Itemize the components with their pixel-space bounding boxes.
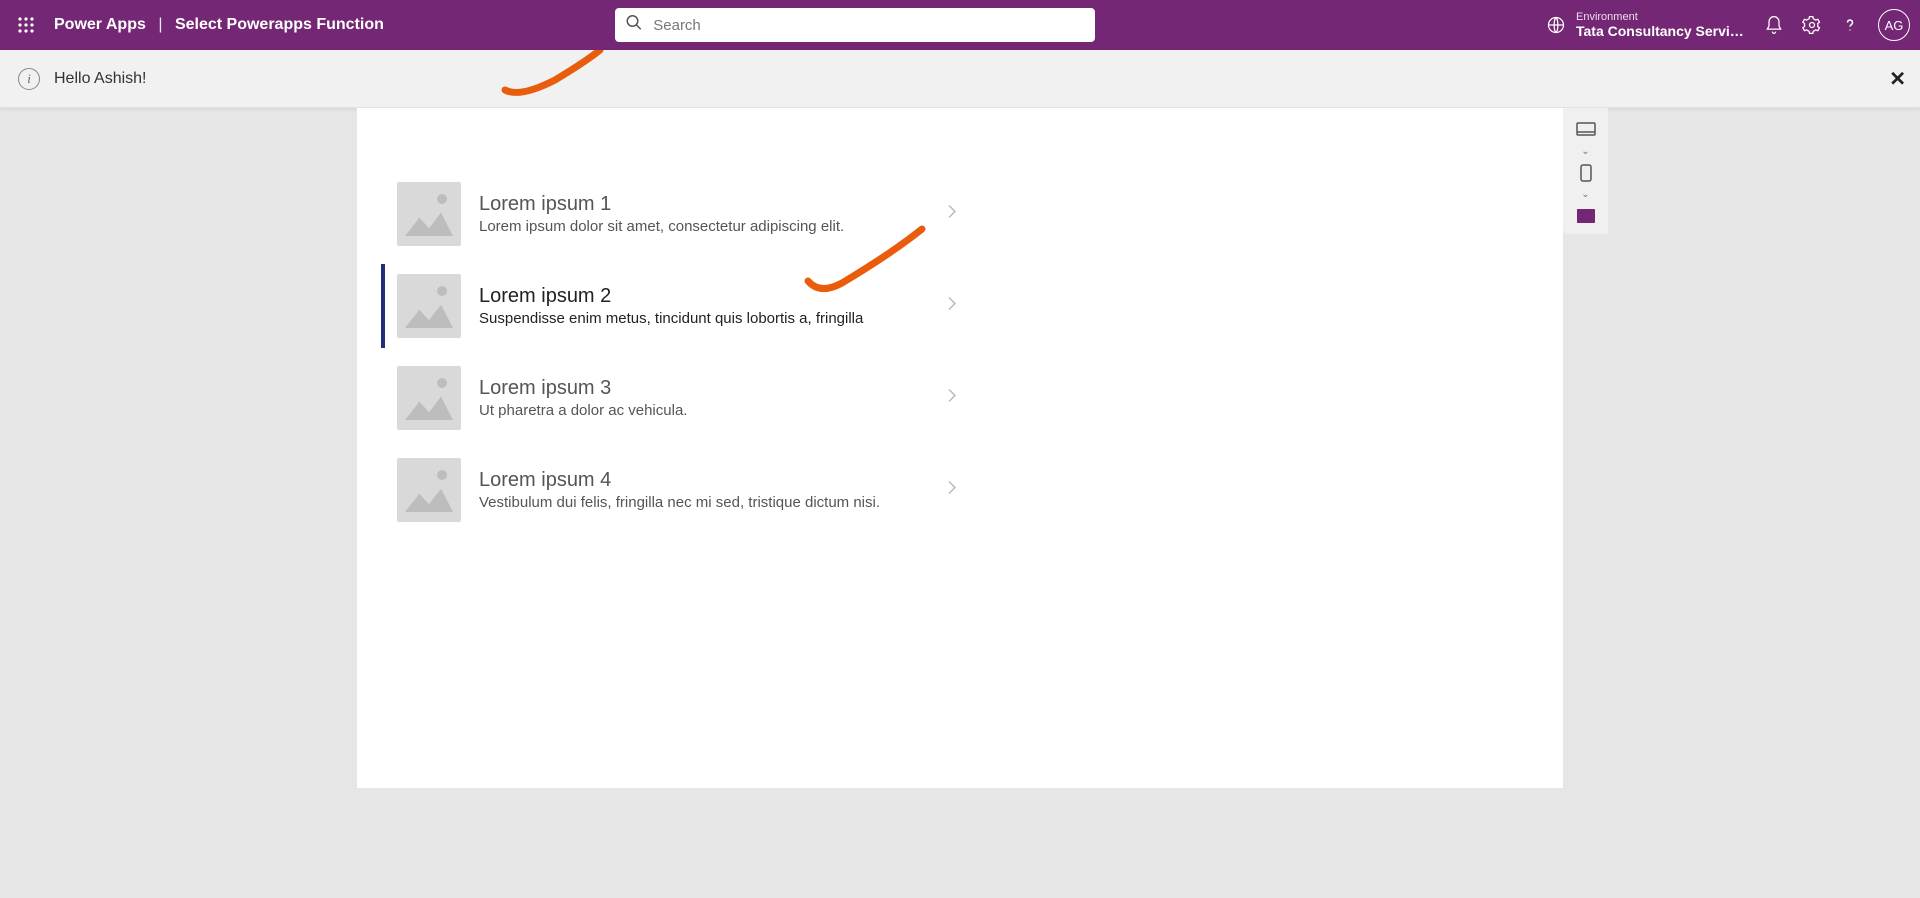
environment-label: Environment [1576,11,1746,24]
gallery-item-title: Lorem ipsum 1 [479,193,844,216]
gallery-item-text: Lorem ipsum 4 Vestibulum dui felis, fring… [479,469,880,511]
image-placeholder-icon [397,458,461,522]
info-message: Hello Ashish! [54,70,147,88]
globe-icon [1546,15,1566,35]
info-banner: i Hello Ashish! ✕ [0,50,1920,108]
gallery-item-title: Lorem ipsum 4 [479,469,880,492]
image-placeholder-icon [397,274,461,338]
app-launcher-icon[interactable] [10,9,42,41]
gallery-list: Lorem ipsum 1 Lorem ipsum dolor sit amet,… [397,168,1503,536]
search-container [615,8,1095,42]
gallery-item-subtitle: Vestibulum dui felis, fringilla nec mi s… [479,494,880,511]
image-placeholder-icon [397,182,461,246]
chevron-down-icon[interactable]: ⌄ [1581,146,1589,157]
app-canvas: Lorem ipsum 1 Lorem ipsum dolor sit amet,… [357,108,1563,788]
image-placeholder-icon [397,366,461,430]
gallery-item-subtitle: Lorem ipsum dolor sit amet, consectetur … [479,218,844,235]
header-right-cluster: Environment Tata Consultancy Servic… AG [1546,9,1910,41]
brand-block: Power Apps | Select Powerapps Function [54,16,384,34]
chevron-down-icon[interactable]: ⌄ [1581,189,1589,200]
device-preview-rail: ⌄ ⌄ [1563,108,1608,234]
environment-picker[interactable]: Environment Tata Consultancy Servic… [1546,11,1746,40]
chevron-right-icon [947,388,957,409]
gallery-item-title: Lorem ipsum 2 [479,285,863,308]
notification-icon[interactable] [1764,15,1784,35]
brand-separator: | [158,16,162,33]
gallery-item-subtitle: Ut pharetra a dolor ac vehicula. [479,402,687,419]
mobile-preview-icon[interactable] [1576,165,1596,181]
gallery-item[interactable]: Lorem ipsum 3 Ut pharetra a dolor ac vehi… [397,352,957,444]
avatar-initials: AG [1885,18,1904,33]
chevron-right-icon [947,296,957,317]
info-icon: i [18,68,40,90]
gallery-item-text: Lorem ipsum 1 Lorem ipsum dolor sit amet,… [479,193,844,235]
desktop-preview-icon[interactable] [1576,122,1596,138]
chevron-right-icon [947,480,957,501]
gallery-item[interactable]: Lorem ipsum 4 Vestibulum dui felis, fring… [397,444,957,536]
environment-name: Tata Consultancy Servic… [1576,23,1746,39]
chevron-right-icon [947,204,957,225]
user-avatar[interactable]: AG [1878,9,1910,41]
help-icon[interactable] [1840,15,1860,35]
search-input[interactable] [615,8,1095,42]
search-icon [625,14,643,37]
page-title: Select Powerapps Function [175,16,384,33]
gallery-item-title: Lorem ipsum 3 [479,377,687,400]
app-header: Power Apps | Select Powerapps Function E… [0,0,1920,50]
gallery-item-text: Lorem ipsum 3 Ut pharetra a dolor ac vehi… [479,377,687,419]
gallery-item[interactable]: Lorem ipsum 1 Lorem ipsum dolor sit amet,… [397,168,957,260]
brand-name[interactable]: Power Apps [54,16,146,33]
settings-icon[interactable] [1802,15,1822,35]
editor-stage: Lorem ipsum 1 Lorem ipsum dolor sit amet,… [0,108,1920,788]
close-icon[interactable]: ✕ [1889,66,1906,91]
custom-preview-icon[interactable] [1576,208,1596,224]
gallery-item-text: Lorem ipsum 2 Suspendisse enim metus, tin… [479,285,863,327]
gallery-item[interactable]: Lorem ipsum 2 Suspendisse enim metus, tin… [397,260,957,352]
gallery-item-subtitle: Suspendisse enim metus, tincidunt quis l… [479,310,863,327]
